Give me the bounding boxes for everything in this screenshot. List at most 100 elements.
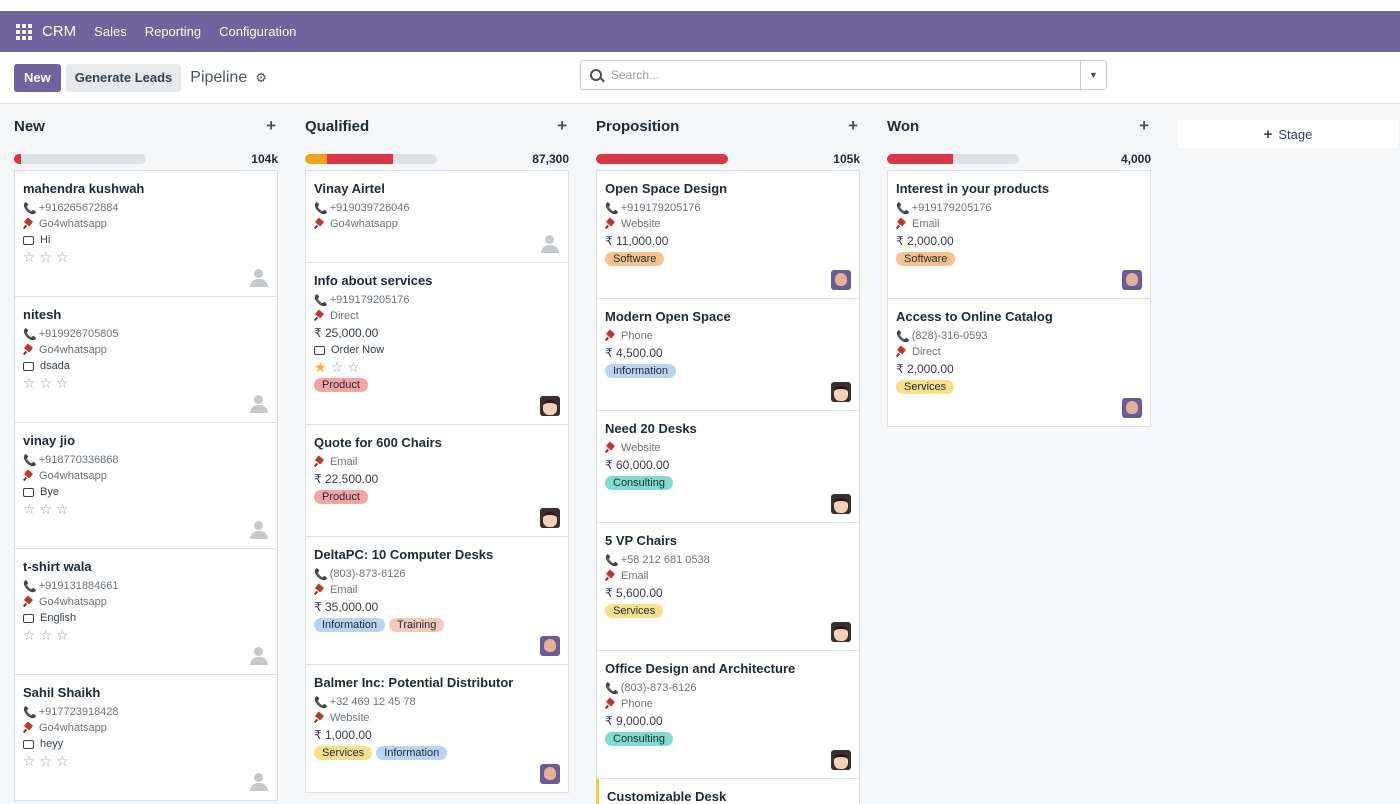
- kanban-card[interactable]: Balmer Inc: Potential Distributor 📞 +32 46…: [305, 664, 569, 793]
- progress-segment[interactable]: [14, 154, 21, 164]
- column-total: 4,000: [1120, 152, 1151, 166]
- star-icon[interactable]: ☆: [56, 627, 69, 644]
- card-source: Email: [314, 582, 560, 598]
- progress-segment[interactable]: [596, 154, 728, 164]
- kanban-card[interactable]: 5 VP Chairs 📞 +58 212 681 0538 Email ₹ 5,600…: [596, 522, 860, 650]
- user-avatar[interactable]: [540, 764, 560, 784]
- quick-add-icon[interactable]: +: [266, 116, 276, 136]
- apps-grid-icon[interactable]: [16, 23, 32, 40]
- star-icon[interactable]: ☆: [23, 375, 36, 392]
- star-icon[interactable]: ☆: [23, 627, 36, 644]
- user-avatar[interactable]: [540, 636, 560, 656]
- kanban-card[interactable]: Modern Open Space Phone ₹ 4,500.00 Informat…: [596, 298, 860, 410]
- star-icon[interactable]: ☆: [56, 501, 69, 518]
- user-avatar-icon[interactable]: [249, 772, 269, 792]
- progress-segment[interactable]: [327, 154, 394, 164]
- star-icon[interactable]: ☆: [347, 359, 360, 376]
- kanban-card[interactable]: Need 20 Desks Website ₹ 60,000.00 Consultin…: [596, 410, 860, 522]
- kanban-card[interactable]: Office Design and Architecture 📞 (803)-873…: [596, 650, 860, 778]
- star-icon[interactable]: ☆: [40, 501, 53, 518]
- progress-bar[interactable]: [305, 154, 437, 164]
- user-avatar[interactable]: [540, 508, 560, 528]
- generate-leads-button[interactable]: Generate Leads: [65, 63, 182, 92]
- star-icon[interactable]: ☆: [23, 501, 36, 518]
- pin-icon: [23, 219, 33, 229]
- star-icon[interactable]: ☆: [23, 753, 36, 770]
- pin-icon: [605, 699, 615, 709]
- kanban-card[interactable]: nitesh 📞 +919926705805 Go4whatsapp dsada ☆ ☆ ☆: [14, 296, 278, 422]
- kanban-card[interactable]: vinay jio 📞 +918770336868 Go4whatsapp Bye ☆ ☆ ☆: [14, 422, 278, 548]
- tag-badge: Information: [605, 364, 677, 378]
- nav-item-configuration[interactable]: Configuration: [219, 24, 296, 39]
- user-avatar-icon[interactable]: [249, 394, 269, 414]
- quick-add-icon[interactable]: +: [848, 116, 858, 136]
- user-avatar[interactable]: [831, 622, 851, 642]
- star-icon[interactable]: ☆: [23, 249, 36, 266]
- user-avatar[interactable]: [1122, 270, 1142, 290]
- nav-item-sales[interactable]: Sales: [94, 24, 127, 39]
- kanban-card[interactable]: t-shirt wala 📞 +919131884661 Go4whatsapp Eng…: [14, 548, 278, 674]
- user-avatar-icon[interactable]: [249, 520, 269, 540]
- star-icon[interactable]: ☆: [40, 375, 53, 392]
- kanban-card[interactable]: Quote for 600 Chairs Email ₹ 22,500.00 Prod…: [305, 424, 569, 536]
- kanban-card[interactable]: Info about services 📞 +919179205176 Direct ₹…: [305, 262, 569, 424]
- card-phone: 📞 +919926705805: [23, 328, 119, 341]
- nav-item-reporting[interactable]: Reporting: [145, 24, 201, 39]
- kanban-card[interactable]: Vinay Airtel 📞 +919039726046 Go4whatsapp: [305, 170, 569, 262]
- card-phone: 📞 (803)-873-6126: [605, 682, 697, 695]
- gear-icon[interactable]: ⚙: [255, 70, 267, 86]
- card-amount: ₹ 2,000.00: [896, 234, 954, 248]
- user-avatar-icon[interactable]: [540, 234, 560, 254]
- phone-icon: 📞: [23, 454, 37, 467]
- star-icon[interactable]: ☆: [56, 753, 69, 770]
- progress-bar[interactable]: [887, 154, 1019, 164]
- card-message: heyy: [23, 736, 269, 752]
- pin-icon: [23, 723, 33, 733]
- star-icon[interactable]: ☆: [56, 249, 69, 266]
- pin-icon: [314, 457, 324, 467]
- kanban-card[interactable]: Open Space Design 📞 +919179205176 Website ₹ …: [596, 170, 860, 298]
- add-stage-button[interactable]: + Stage: [1178, 120, 1398, 148]
- priority-stars: ☆ ☆ ☆: [23, 626, 269, 644]
- card-source: Direct: [314, 308, 560, 324]
- star-icon[interactable]: ★: [314, 359, 327, 376]
- progress-bar[interactable]: [14, 154, 146, 164]
- tag-badge: Information: [376, 746, 448, 760]
- star-icon[interactable]: ☆: [331, 359, 344, 376]
- user-avatar[interactable]: [540, 396, 560, 416]
- new-button[interactable]: New: [14, 63, 61, 92]
- star-icon[interactable]: ☆: [40, 249, 53, 266]
- star-icon[interactable]: ☆: [56, 375, 69, 392]
- column-progress: 104k: [14, 148, 278, 170]
- user-avatar[interactable]: [831, 750, 851, 770]
- card-phone: 📞 +919179205176: [896, 202, 992, 215]
- kanban-card[interactable]: DeltaPC: 10 Computer Desks 📞 (803)-873-612…: [305, 536, 569, 664]
- user-avatar[interactable]: [831, 494, 851, 514]
- star-icon[interactable]: ☆: [40, 753, 53, 770]
- kanban-card[interactable]: Sahil Shaikh 📞 +917723918428 Go4whatsapp hey…: [14, 674, 278, 801]
- star-icon[interactable]: ☆: [40, 627, 53, 644]
- kanban-card[interactable]: mahendra kushwah 📞 +916265672884 Go4whatsap…: [14, 170, 278, 296]
- progress-segment[interactable]: [887, 154, 953, 164]
- tag-badge: Product: [314, 378, 368, 392]
- card-amount: ₹ 11,000.00: [605, 234, 669, 248]
- nav-brand[interactable]: CRM: [42, 23, 76, 40]
- quick-add-icon[interactable]: +: [557, 116, 567, 136]
- user-avatar[interactable]: [831, 270, 851, 290]
- user-avatar[interactable]: [1122, 398, 1142, 418]
- kanban-card[interactable]: Access to Online Catalog 📞 (828)-316-0593 D…: [887, 298, 1151, 427]
- user-avatar[interactable]: [831, 382, 851, 402]
- card-tags: Information Training: [314, 616, 560, 634]
- kanban-card[interactable]: Interest in your products 📞 +919179205176 E…: [887, 170, 1151, 298]
- card-title: mahendra kushwah: [23, 181, 145, 196]
- card-list: Interest in your products 📞 +919179205176 E…: [887, 170, 1151, 427]
- search-dropdown-toggle[interactable]: ▼: [1080, 61, 1106, 89]
- progress-segment[interactable]: [305, 154, 328, 164]
- progress-bar[interactable]: [596, 154, 728, 164]
- pin-icon: [314, 311, 324, 321]
- user-avatar-icon[interactable]: [249, 268, 269, 288]
- search-input[interactable]: [611, 68, 1080, 82]
- kanban-card[interactable]: Customizable Desk: [596, 778, 860, 804]
- user-avatar-icon[interactable]: [249, 646, 269, 666]
- quick-add-icon[interactable]: +: [1139, 116, 1149, 136]
